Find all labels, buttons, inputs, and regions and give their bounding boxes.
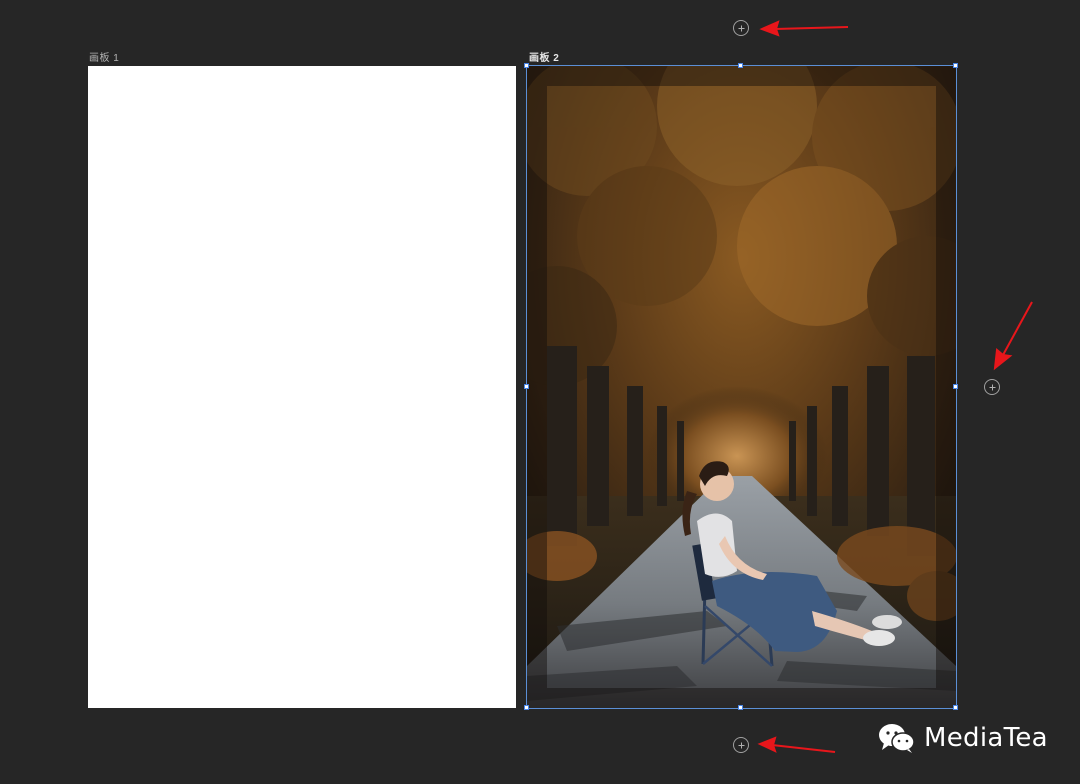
wechat-icon	[879, 724, 915, 753]
add-artboard-bottom-button[interactable]	[733, 737, 749, 753]
resize-handle-bottom[interactable]	[738, 705, 743, 710]
annotation-arrow-bottom	[757, 736, 836, 753]
watermark-text: MediaTea	[924, 723, 1048, 753]
resize-handle-bottom-left[interactable]	[524, 705, 529, 710]
resize-handle-top-left[interactable]	[524, 63, 529, 68]
resize-handle-bottom-right[interactable]	[953, 705, 958, 710]
add-artboard-right-button[interactable]	[984, 379, 1000, 395]
artboard-1-label[interactable]: 画板 1	[89, 49, 119, 64]
resize-handle-left[interactable]	[524, 384, 529, 389]
artboard-1[interactable]	[88, 66, 516, 708]
watermark: MediaTea	[878, 720, 1048, 756]
add-artboard-top-button[interactable]	[733, 20, 749, 36]
autumn-path-photo	[527, 66, 956, 708]
resize-handle-right[interactable]	[953, 384, 958, 389]
artboard-2[interactable]	[527, 66, 956, 708]
annotation-arrow-right	[993, 301, 1033, 371]
plus-icon	[738, 25, 745, 32]
plus-icon	[989, 384, 996, 391]
artboard-2-label[interactable]: 画板 2	[529, 49, 559, 64]
resize-handle-top-right[interactable]	[953, 63, 958, 68]
resize-handle-top[interactable]	[738, 63, 743, 68]
plus-icon	[738, 742, 745, 749]
annotation-arrow-top	[759, 20, 849, 37]
